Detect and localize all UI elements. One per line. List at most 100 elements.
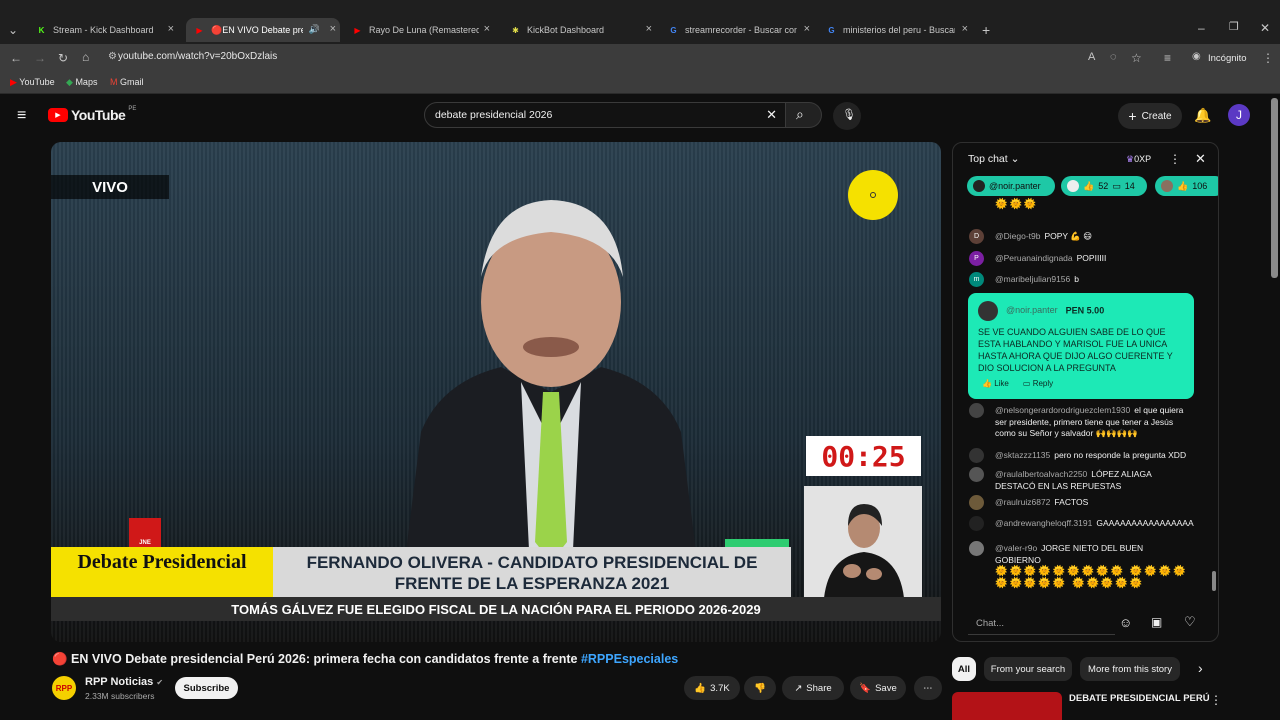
filter-more-story[interactable]: More from this story (1080, 657, 1180, 681)
hamburger-menu-icon[interactable]: ≡ (17, 108, 26, 124)
eye-off-icon[interactable]: ◌ (1110, 52, 1117, 63)
crown-icon: ♛ (1126, 154, 1135, 164)
tab-search-icon[interactable]: ⌄ (8, 24, 18, 36)
gmail-icon: M (110, 77, 118, 87)
speaker-icon[interactable]: 🔊 (309, 24, 320, 35)
emoji-icon[interactable]: ☺ (1119, 615, 1132, 630)
chat-input[interactable]: Chat... (968, 613, 1115, 635)
close-window-icon[interactable]: ✕ (1260, 22, 1270, 34)
heart-icon[interactable]: ♡ (1184, 614, 1196, 630)
recommended-menu-icon[interactable]: ⋮ (1210, 694, 1222, 706)
user-avatar (969, 516, 984, 531)
xp-badge[interactable]: ♛0XP (1126, 154, 1151, 165)
browser-tab-streamrecorder[interactable]: Gstreamrecorder - Buscar con G × (660, 18, 814, 42)
video-player[interactable]: VIVO 00:25 JNE Debate Presidencial FERNA… (51, 142, 941, 642)
chat-mode-dropdown[interactable]: Top chat ⌄ (968, 153, 1019, 165)
chat-menu-icon[interactable]: ⋮ (1169, 152, 1181, 166)
chip-stats-2[interactable]: 👍 106 (1155, 176, 1218, 196)
chevron-right-icon[interactable]: › (1198, 661, 1203, 675)
live-label: VIVO (51, 175, 169, 199)
like-icon: 👍 (1083, 180, 1095, 191)
share-button[interactable]: ↗ Share (782, 676, 844, 700)
google-icon: G (670, 25, 677, 35)
account-avatar[interactable]: J (1228, 104, 1250, 126)
chip-noir-panter[interactable]: @noir.panter (967, 176, 1055, 196)
reading-list-icon[interactable]: ≡ (1164, 52, 1171, 64)
minimize-icon[interactable]: – (1198, 22, 1205, 34)
url-field[interactable]: youtube.com/watch?v=20bOxDzlais (118, 51, 277, 62)
subscribe-button[interactable]: Subscribe (175, 677, 238, 699)
clear-search-icon[interactable]: ✕ (766, 107, 777, 123)
search-input[interactable]: debate presidencial 2026 (435, 109, 552, 121)
close-chat-icon[interactable]: ✕ (1195, 151, 1206, 167)
notifications-icon[interactable]: 🔔 (1194, 108, 1211, 122)
more-actions-button[interactable]: ⋯ (914, 676, 942, 700)
close-tab-icon[interactable]: × (484, 23, 490, 35)
browser-tab-kickbot[interactable]: ✱ KickBot Dashboard × (502, 18, 656, 42)
user-avatar (969, 541, 984, 556)
voice-search-button[interactable]: 🎙 (833, 102, 861, 130)
browser-menu-icon[interactable]: ⋮ (1262, 52, 1274, 64)
translate-icon[interactable]: A (1088, 52, 1095, 63)
restore-icon[interactable]: ❐ (1229, 22, 1239, 33)
youtube-icon: ▶ (10, 77, 17, 87)
browser-tab-youtube-live[interactable]: ▶🔴EN VIVO Debate preside🔊× (186, 18, 340, 42)
browser-tab-kick[interactable]: K Stream - Kick Dashboard × (28, 18, 178, 42)
forward-icon[interactable]: → (34, 52, 46, 64)
close-tab-icon[interactable]: × (168, 23, 174, 35)
chat-messages: 🌞🌞🌞 D @Diego-t9b POPY 💪 😄 P @Peruanaindigna… (953, 199, 1218, 601)
user-avatar: P (969, 251, 984, 266)
close-tab-icon[interactable]: × (804, 23, 810, 35)
browser-tab-ministerios[interactable]: Gministerios del peru - Buscar co× (818, 18, 972, 42)
candidate-lower-third: FERNANDO OLIVERA - CANDIDATO PRESIDENCIA… (273, 547, 791, 597)
save-button[interactable]: 🔖 Save (850, 676, 906, 700)
incognito-icon: ◉ (1192, 51, 1201, 62)
back-icon[interactable]: ← (10, 52, 22, 64)
user-avatar (1161, 180, 1173, 192)
search-box[interactable]: debate presidencial 2026 ✕ (424, 102, 786, 128)
browser-tab-rayo[interactable]: ▶Rayo De Luna (Remastered 201× (344, 18, 494, 42)
youtube-icon: ▶ (196, 25, 203, 35)
bookmark-youtube[interactable]: ▶ YouTube (10, 77, 55, 88)
page-scrollbar[interactable] (1271, 98, 1278, 278)
like-button[interactable]: 👍 3.7K (684, 676, 740, 700)
site-info-icon[interactable]: ⚙ (108, 52, 117, 62)
search-button[interactable]: ⌕ (786, 102, 822, 128)
user-avatar: D (969, 229, 984, 244)
channel-avatar[interactable]: RPP (52, 676, 76, 700)
subscriber-count: 2.33M subscribers (85, 691, 155, 701)
close-tab-icon[interactable]: × (330, 23, 336, 35)
filter-all[interactable]: All (952, 657, 976, 681)
news-ticker: TOMÁS GÁLVEZ FUE ELEGIDO FISCAL DE LA NA… (51, 597, 941, 621)
filter-from-search[interactable]: From your search (984, 657, 1072, 681)
home-icon[interactable]: ⌂ (82, 51, 89, 63)
lower-third-accent (725, 539, 789, 547)
chip-stats-1[interactable]: 👍 52 ▭ 14 (1061, 176, 1147, 196)
more-icon: ⋯ (923, 682, 933, 694)
chat-scrollbar-thumb[interactable] (1212, 571, 1216, 591)
sign-language-interpreter (804, 486, 922, 598)
like-button[interactable]: 👍 Like (982, 379, 1009, 388)
star-icon[interactable]: ☆ (1131, 52, 1142, 64)
profile-label[interactable]: Incógnito (1208, 53, 1247, 64)
comment-icon: ▭ (1112, 180, 1121, 191)
new-tab-icon[interactable]: + (982, 23, 990, 37)
bookmark-maps[interactable]: ◆ Maps (66, 77, 97, 88)
super-chat-actions: 👍 Like ▭ Reply (982, 379, 1053, 388)
dislike-button[interactable]: 👎 (744, 676, 776, 700)
close-tab-icon[interactable]: × (962, 23, 968, 35)
hashtag-link[interactable]: #RPPEspeciales (581, 652, 678, 666)
recommended-title[interactable]: DEBATE PRESIDENCIAL PERÚ (1069, 693, 1210, 704)
reply-button[interactable]: ▭ Reply (1023, 379, 1053, 388)
youtube-logo[interactable]: ▶ YouTube PE (48, 106, 136, 123)
create-button[interactable]: + Create (1118, 103, 1182, 129)
recommended-thumbnail[interactable] (952, 692, 1062, 720)
channel-name[interactable]: RPP Noticias ✔ (85, 676, 163, 688)
chevron-down-icon: ⌄ (1010, 153, 1020, 165)
close-tab-icon[interactable]: × (646, 23, 652, 35)
bookmark-gmail[interactable]: M Gmail (110, 77, 144, 87)
super-chat-icon[interactable]: ▣ (1151, 615, 1162, 629)
bookmark-icon: 🔖 (859, 682, 872, 694)
user-avatar (1067, 180, 1079, 192)
reload-icon[interactable]: ↻ (58, 52, 68, 64)
